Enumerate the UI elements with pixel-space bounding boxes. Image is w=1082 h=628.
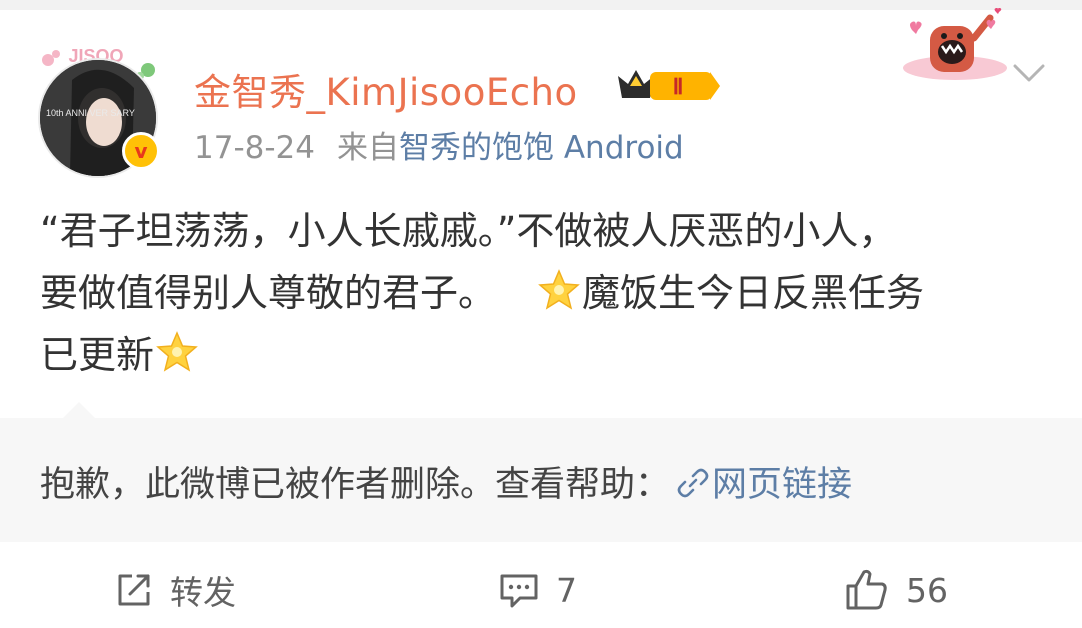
post-text-line-3a: 已更新 (40, 333, 155, 377)
username[interactable]: 金智秀_KimJisooEcho (194, 62, 578, 116)
retweet-deleted-notice: 抱歉，此微博已被作者删除。查看帮助： 网页链接 (40, 456, 852, 507)
action-bar: 转发 7 56 (0, 548, 1082, 628)
like-count: 56 (906, 570, 948, 610)
post-body: “君子坦荡荡，小人长戚戚。”不做被人厌恶的小人， 要做值得别人尊敬的君子。 魔饭生… (40, 200, 1050, 386)
vip-level: Ⅱ (673, 74, 684, 99)
comment-count: 7 (556, 570, 577, 610)
post-meta: 17-8-24 来自智秀的饱饱 Android (194, 122, 684, 167)
repost-button[interactable]: 转发 (114, 568, 236, 612)
like-button[interactable]: 56 (844, 568, 948, 612)
star-emoji-icon (156, 331, 198, 372)
web-link[interactable]: 网页链接 (712, 465, 852, 505)
comment-icon (500, 574, 538, 608)
retweet-notch (62, 402, 96, 419)
comment-button[interactable]: 7 (498, 568, 577, 612)
sticker-icon (903, 8, 1007, 80)
vip-crown-icon[interactable]: Ⅱ (614, 62, 724, 106)
post-text-line-1: “君子坦荡荡，小人长戚戚。”不做被人厌恶的小人， (40, 209, 897, 253)
post-text-line-2: 要做值得别人尊敬的君子。 魔饭生今日反黑任务 (40, 262, 1050, 324)
deleted-notice-text: 抱歉，此微博已被作者删除。查看帮助： (40, 465, 671, 505)
post-timestamp: 17-8-24 (194, 130, 315, 166)
post-text-line-2b: 魔饭生今日反黑任务 (582, 271, 925, 315)
source-link[interactable]: 智秀的饱饱 Android (399, 130, 684, 166)
chevron-down-icon[interactable] (1010, 58, 1048, 88)
verified-badge-icon: v (122, 132, 160, 170)
like-icon (846, 569, 887, 610)
source-prefix: 来自 (337, 130, 399, 166)
avatar[interactable]: JISOO 10th ANNI VER SARY v (36, 40, 166, 176)
avatar-inner-text: 10th ANNI VER SARY (46, 108, 135, 118)
post-text-line-2a: 要做值得别人尊敬的君子。 (40, 271, 497, 315)
star-emoji-icon (538, 269, 580, 310)
repost-label: 转发 (170, 573, 236, 612)
repost-icon (118, 574, 150, 606)
post-text-line-3: 已更新 (40, 324, 1050, 386)
link-icon[interactable] (676, 466, 710, 500)
